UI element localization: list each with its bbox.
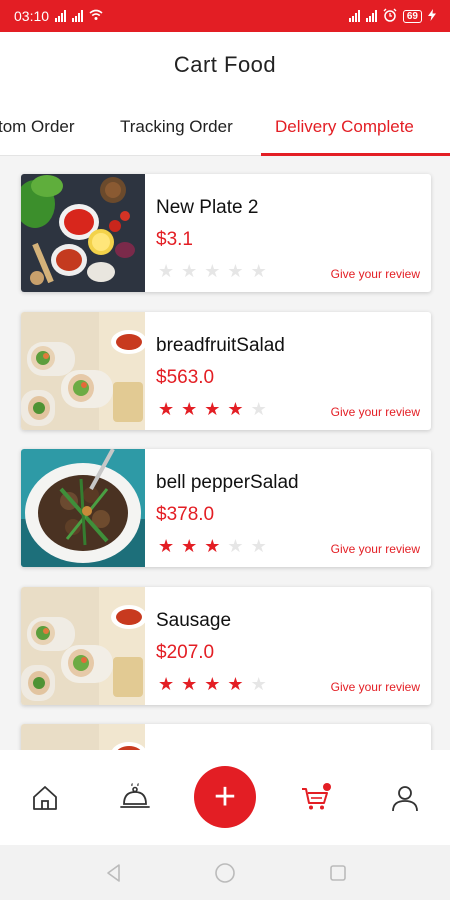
signal-icon xyxy=(55,10,67,22)
battery-icon: 69 xyxy=(402,9,422,23)
cart-icon[interactable] xyxy=(297,780,333,816)
alarm-icon xyxy=(383,8,397,25)
food-name: breadfruitSalad xyxy=(156,334,285,356)
home-circle-icon[interactable] xyxy=(213,861,237,885)
star-rating[interactable]: ★ ★ ★ ★ ★ xyxy=(158,262,267,280)
food-image xyxy=(21,724,146,750)
system-nav-bar xyxy=(0,845,450,900)
page-title: Cart Food xyxy=(173,52,277,77)
give-review-link[interactable]: Give your review xyxy=(331,542,420,556)
status-bar: 03:10 69 xyxy=(0,0,450,32)
star-icon[interactable]: ★ xyxy=(204,262,220,280)
star-icon[interactable]: ★ xyxy=(204,400,220,418)
star-icon[interactable]: ★ xyxy=(158,675,174,693)
tab-custom-order[interactable]: tom Order xyxy=(0,98,75,155)
star-icon[interactable]: ★ xyxy=(158,537,174,555)
star-icon[interactable]: ★ xyxy=(227,400,243,418)
star-icon[interactable]: ★ xyxy=(158,262,174,280)
food-cloche-icon[interactable] xyxy=(117,780,153,816)
wifi-icon xyxy=(89,8,103,24)
star-icon[interactable]: ★ xyxy=(181,400,197,418)
food-name: bell pepperSalad xyxy=(156,472,299,493)
star-icon[interactable]: ★ xyxy=(251,675,267,693)
order-card[interactable] xyxy=(21,724,431,750)
tab-tracking-order[interactable]: Tracking Order xyxy=(120,98,233,155)
food-name: New Plate 2 xyxy=(156,197,259,218)
food-image xyxy=(21,586,147,705)
status-time: 03:10 xyxy=(14,8,50,24)
order-card[interactable]: bell pepperSalad $378.0 ★ ★ ★ ★ ★ Give your rev… xyxy=(21,449,431,567)
star-icon[interactable]: ★ xyxy=(227,675,243,693)
order-list[interactable]: New Plate 2 $3.1 ★ ★ ★ ★ ★ Give your review brea… xyxy=(0,157,450,750)
food-name: Sausage xyxy=(156,609,232,631)
charging-icon xyxy=(428,8,436,24)
order-card[interactable]: Sausage $207.0 ★ ★ ★ ★ ★ Give your review xyxy=(21,586,431,705)
add-button[interactable]: + xyxy=(194,766,256,828)
tab-delivery-complete[interactable]: Delivery Complete xyxy=(275,98,414,155)
star-rating[interactable]: ★ ★ ★ ★ ★ xyxy=(158,675,267,693)
star-icon[interactable]: ★ xyxy=(181,262,197,280)
food-image xyxy=(21,174,145,292)
order-tabs: tom Order Tracking Order Delivery Comple… xyxy=(0,98,450,156)
food-image xyxy=(21,449,145,567)
bottom-nav: + xyxy=(0,750,450,845)
star-icon[interactable]: ★ xyxy=(158,400,174,418)
recents-icon[interactable] xyxy=(326,861,350,885)
give-review-link[interactable]: Give your review xyxy=(331,680,420,694)
cart-badge xyxy=(323,783,331,791)
star-icon[interactable]: ★ xyxy=(227,537,243,555)
order-card[interactable]: New Plate 2 $3.1 ★ ★ ★ ★ ★ Give your review xyxy=(21,174,431,292)
food-price: $207.0 xyxy=(156,641,215,663)
give-review-link[interactable]: Give your review xyxy=(331,267,420,281)
profile-icon[interactable] xyxy=(387,780,423,816)
star-icon[interactable]: ★ xyxy=(251,400,267,418)
home-icon[interactable] xyxy=(27,780,63,816)
food-price: $378.0 xyxy=(156,504,215,525)
star-icon[interactable]: ★ xyxy=(227,262,243,280)
star-icon[interactable]: ★ xyxy=(204,537,220,555)
star-icon[interactable]: ★ xyxy=(251,262,267,280)
star-icon[interactable]: ★ xyxy=(204,675,220,693)
star-icon[interactable]: ★ xyxy=(251,537,267,555)
app-header: Cart Food xyxy=(0,32,450,98)
give-review-link[interactable]: Give your review xyxy=(331,405,420,419)
add-icon: + xyxy=(213,776,237,818)
signal-icon xyxy=(72,10,84,22)
order-card[interactable]: breadfruitSalad $563.0 ★ ★ ★ ★ ★ Give your revi… xyxy=(21,311,431,430)
food-price: $563.0 xyxy=(156,366,215,388)
food-price: $3.1 xyxy=(156,229,193,250)
back-icon[interactable] xyxy=(102,861,126,885)
active-tab-indicator xyxy=(261,153,450,156)
star-icon[interactable]: ★ xyxy=(181,537,197,555)
star-rating[interactable]: ★ ★ ★ ★ ★ xyxy=(158,400,267,418)
signal-icon xyxy=(365,10,377,22)
star-icon[interactable]: ★ xyxy=(181,675,197,693)
food-image xyxy=(21,311,147,430)
star-rating[interactable]: ★ ★ ★ ★ ★ xyxy=(158,537,267,555)
signal-icon xyxy=(348,10,360,22)
